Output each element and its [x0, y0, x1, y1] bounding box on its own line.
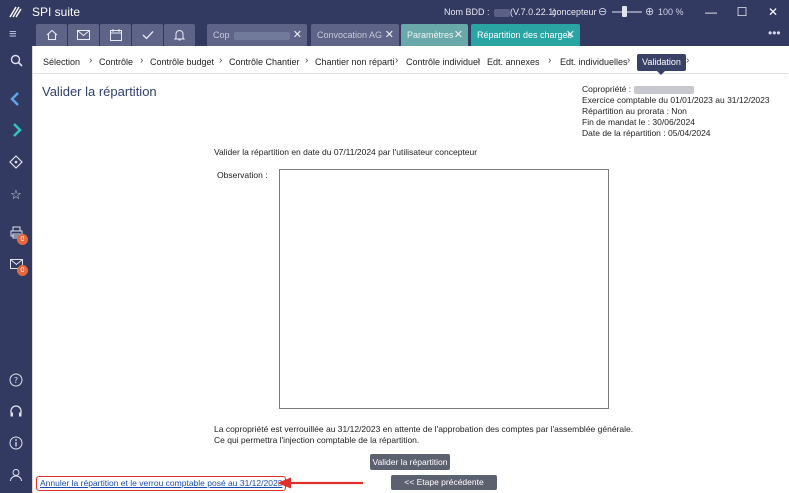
- version-label: (V.7.0.22.1): [510, 7, 557, 17]
- app-window: SPI suite Nom BDD : (V.7.0.22.1) concept…: [0, 0, 789, 493]
- chevron-right-icon: ›: [140, 55, 144, 66]
- zoom-slider-thumb[interactable]: [622, 6, 627, 17]
- copropriete-name-redacted: [634, 85, 695, 94]
- chevron-right-icon: ›: [477, 55, 481, 66]
- star-icon[interactable]: ☆: [8, 187, 24, 203]
- sidebar: ☆ 0 0 ?: [0, 46, 32, 493]
- breadcrumb: Sélection › Contrôle › Contrôle budget ›…: [33, 50, 788, 75]
- cancel-repartition-link[interactable]: Annuler la répartition et le verrou comp…: [36, 476, 287, 491]
- arrow-right-icon[interactable]: [8, 123, 24, 139]
- database-name-redacted: [493, 8, 510, 17]
- current-user: concepteur: [552, 7, 597, 17]
- hamburger-menu-icon[interactable]: ≡: [9, 27, 23, 41]
- mail-icon: [77, 30, 90, 40]
- chevron-right-icon: ›: [548, 55, 552, 66]
- crumb-controle[interactable]: Contrôle: [99, 57, 133, 67]
- crumb-edt-annexes[interactable]: Edt. annexes: [487, 57, 540, 67]
- minimize-button[interactable]: —: [700, 2, 722, 22]
- chevron-right-icon: ›: [219, 55, 223, 66]
- crumb-controle-individuel[interactable]: Contrôle individuel: [406, 57, 480, 67]
- crumb-chantier-non-reparti[interactable]: Chantier non réparti: [315, 57, 395, 67]
- chevron-right-icon: ›: [686, 55, 690, 66]
- database-label: Nom BDD :: [444, 7, 510, 17]
- tab-label-redacted: [233, 31, 290, 40]
- info-exercice: Exercice comptable du 01/01/2023 au 31/1…: [582, 95, 770, 105]
- tab-convocation-ag[interactable]: Convocation AG ✕: [311, 24, 399, 46]
- info-date-repartition: Date de la répartition : 05/04/2024: [582, 128, 711, 138]
- tab-parametres[interactable]: Paramètres ✕: [401, 24, 468, 46]
- previous-step-button[interactable]: << Etape précédente: [391, 475, 497, 490]
- bell-icon: [173, 30, 186, 41]
- crumb-edt-individuelles[interactable]: Edt. individuelles: [560, 57, 628, 67]
- crumb-validation-active[interactable]: Validation: [637, 54, 686, 75]
- tab-tasks[interactable]: [132, 24, 163, 46]
- svg-text:?: ?: [14, 376, 18, 385]
- tab-mail[interactable]: [68, 24, 99, 46]
- info-fin-mandat: Fin de mandat le : 30/06/2024: [582, 117, 695, 127]
- print-badge: 0: [17, 234, 28, 245]
- maximize-button[interactable]: ☐: [731, 2, 753, 22]
- zoom-slider-track[interactable]: [612, 11, 642, 13]
- main-content: Sélection › Contrôle › Contrôle budget ›…: [32, 46, 788, 493]
- app-title: SPI suite: [32, 5, 81, 19]
- info-prorata: Répartition au prorata : Non: [582, 106, 687, 116]
- close-tab-icon[interactable]: ✕: [454, 24, 463, 46]
- title-bar: SPI suite Nom BDD : (V.7.0.22.1) concept…: [0, 0, 789, 24]
- tab-label: Paramètres: [407, 30, 454, 40]
- info-icon[interactable]: [8, 436, 24, 452]
- app-logo-icon: [8, 5, 22, 22]
- check-icon: [142, 31, 153, 40]
- tab-label: Convocation AG: [317, 30, 383, 40]
- user-icon[interactable]: [8, 468, 24, 484]
- headset-icon[interactable]: [8, 405, 24, 421]
- tab-label: Cop: [213, 30, 230, 40]
- tab-home[interactable]: [36, 24, 67, 46]
- red-arrow-annotation: [277, 477, 363, 489]
- tab-copropriete[interactable]: Cop ✕: [207, 24, 307, 46]
- tab-notifications[interactable]: [164, 24, 195, 46]
- lock-notice-line1: La copropriété est verrouillée au 31/12/…: [214, 424, 634, 434]
- diamond-icon[interactable]: [8, 155, 24, 171]
- chevron-right-icon: ›: [305, 55, 309, 66]
- zoom-in-icon[interactable]: ⊕: [645, 5, 654, 18]
- tab-calendar[interactable]: [100, 24, 131, 46]
- more-options-icon[interactable]: •••: [768, 26, 781, 40]
- tab-repartition-charges[interactable]: Répartition des charges ✕: [471, 24, 580, 46]
- close-window-button[interactable]: ✕: [762, 2, 784, 22]
- chevron-right-icon: ›: [89, 55, 93, 66]
- help-icon[interactable]: ?: [8, 373, 24, 389]
- mail-badge: 0: [17, 265, 28, 276]
- search-icon[interactable]: [8, 54, 24, 70]
- zoom-out-icon[interactable]: ⊖: [598, 5, 607, 18]
- page-title: Valider la répartition: [42, 84, 157, 99]
- observation-label: Observation :: [217, 170, 268, 180]
- arrow-left-icon[interactable]: [8, 92, 24, 108]
- chevron-right-icon: ›: [395, 55, 399, 66]
- close-tab-icon[interactable]: ✕: [293, 24, 302, 46]
- crumb-selection[interactable]: Sélection: [43, 57, 80, 67]
- close-tab-icon[interactable]: ✕: [566, 24, 575, 46]
- validate-repartition-button[interactable]: Valider la répartition: [370, 454, 450, 470]
- crumb-controle-budget[interactable]: Contrôle budget: [150, 57, 214, 67]
- lock-notice-line2: Ce qui permettra l'injection comptable d…: [214, 435, 420, 445]
- zoom-level: 100 %: [658, 7, 684, 17]
- validation-description: Valider la répartition en date du 07/11/…: [214, 147, 478, 157]
- chevron-right-icon: ›: [627, 55, 631, 66]
- info-copropriete: Copropriété :: [582, 84, 695, 94]
- observation-textarea[interactable]: [279, 169, 609, 409]
- close-tab-icon[interactable]: ✕: [385, 24, 394, 46]
- crumb-controle-chantier[interactable]: Contrôle Chantier: [229, 57, 300, 67]
- tab-label: Répartition des charges: [477, 30, 573, 40]
- tab-bar: ≡ Cop ✕ Convocation AG ✕ Paramètres ✕ Ré…: [0, 24, 789, 46]
- home-icon: [46, 29, 57, 41]
- calendar-icon: [109, 29, 122, 41]
